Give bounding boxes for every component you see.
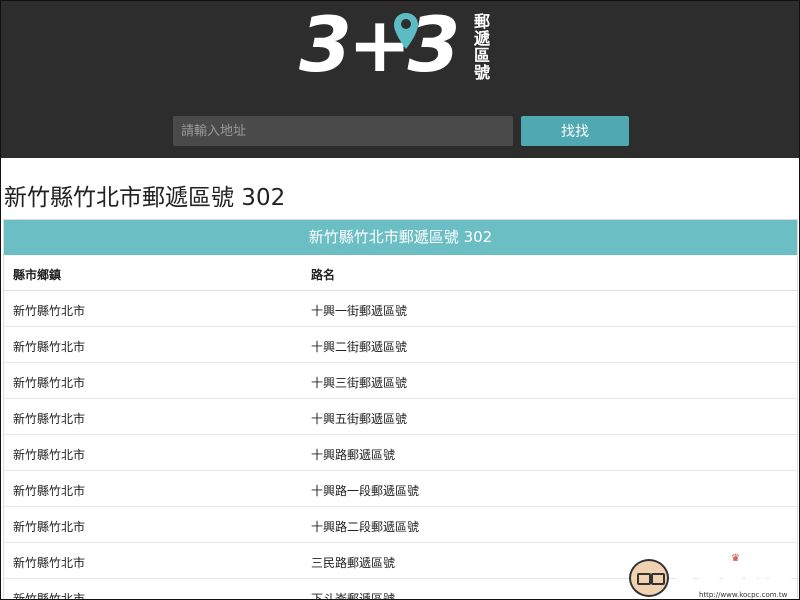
- mascot-face-icon: [629, 559, 669, 597]
- row-district: 新竹縣竹北市: [13, 592, 86, 600]
- column-header-district: 縣市鄉鎮: [13, 268, 62, 282]
- row-district: 新竹縣竹北市: [13, 484, 86, 498]
- table-row[interactable]: 新竹縣竹北市 十興路二段郵遞區號: [4, 507, 797, 543]
- row-road-link[interactable]: 十興二街郵遞區號: [311, 338, 407, 355]
- table-row[interactable]: 新竹縣竹北市 十興二街郵遞區號: [4, 327, 797, 363]
- row-district: 新竹縣竹北市: [13, 448, 86, 462]
- column-header-road: 路名: [311, 268, 336, 282]
- row-road-link[interactable]: 十興路一段郵遞區號: [311, 482, 419, 499]
- logo-subtitle: 郵遞區號: [474, 12, 491, 82]
- row-road-link[interactable]: 十興五街郵遞區號: [311, 410, 407, 427]
- page-frame: 3+3 郵遞區號 找找 新竹縣竹北市郵遞區號 302 新竹縣竹北市郵遞區號 30…: [0, 0, 800, 600]
- logo-number: 3+3: [299, 0, 460, 89]
- watermark-url: http://www.kocpc.com.tw: [699, 591, 788, 599]
- row-road-link[interactable]: 十興三街郵遞區號: [311, 374, 407, 391]
- row-district: 新竹縣竹北市: [13, 304, 86, 318]
- row-district: 新竹縣竹北市: [13, 520, 86, 534]
- row-district: 新竹縣竹北市: [13, 340, 86, 354]
- table-row[interactable]: 新竹縣竹北市 十興三街郵遞區號: [4, 363, 797, 399]
- watermark-logo: ♛ 電腦王阿達 http://www.kocpc.com.tw: [627, 553, 799, 599]
- row-district: 新竹縣竹北市: [13, 412, 86, 426]
- header-bar: 3+3 郵遞區號 找找: [1, 1, 799, 158]
- table-title: 新竹縣竹北市郵遞區號 302: [4, 220, 797, 255]
- row-district: 新竹縣竹北市: [13, 556, 86, 570]
- row-road-link[interactable]: 十興一街郵遞區號: [311, 302, 407, 319]
- row-district: 新竹縣竹北市: [13, 376, 86, 390]
- address-search-input[interactable]: [173, 116, 513, 146]
- map-pin-icon: [394, 13, 418, 49]
- page-title: 新竹縣竹北市郵遞區號 302: [4, 185, 286, 211]
- table-row[interactable]: 新竹縣竹北市 十興路郵遞區號: [4, 435, 797, 471]
- table-row[interactable]: 新竹縣竹北市 十興五街郵遞區號: [4, 399, 797, 435]
- postal-code-table: 新竹縣竹北市郵遞區號 302 縣市鄉鎮 路名 新竹縣竹北市 十興一街郵遞區號 新…: [3, 219, 798, 600]
- watermark-text: 電腦王阿達: [673, 568, 793, 595]
- row-road-link[interactable]: 十興路二段郵遞區號: [311, 518, 419, 535]
- search-button[interactable]: 找找: [521, 116, 629, 146]
- table-header-row: 縣市鄉鎮 路名: [4, 255, 797, 291]
- table-row[interactable]: 新竹縣竹北市 十興路一段郵遞區號: [4, 471, 797, 507]
- row-road-link[interactable]: 下斗崙郵遞區號: [311, 590, 395, 599]
- row-road-link[interactable]: 十興路郵遞區號: [311, 446, 395, 463]
- table-row[interactable]: 新竹縣竹北市 十興一街郵遞區號: [4, 291, 797, 327]
- row-road-link[interactable]: 三民路郵遞區號: [311, 554, 395, 571]
- site-logo[interactable]: 3+3 郵遞區號: [299, 5, 509, 86]
